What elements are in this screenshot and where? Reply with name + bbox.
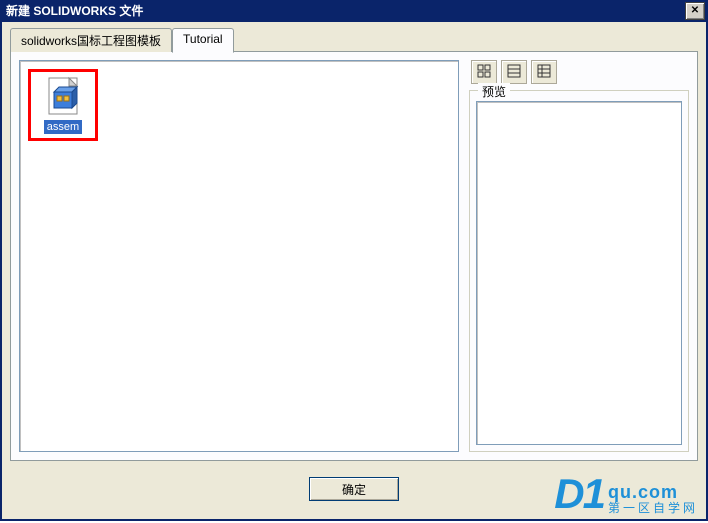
tab-strip: solidworks国标工程图模板 Tutorial xyxy=(10,28,698,52)
view-list-button[interactable] xyxy=(501,60,527,84)
template-list[interactable]: assem xyxy=(19,60,459,452)
titlebar: 新建 SOLIDWORKS 文件 ✕ xyxy=(0,0,708,22)
view-details-button[interactable] xyxy=(531,60,557,84)
watermark-subtitle: 第一区自学网 xyxy=(608,501,698,515)
button-row: 确定 xyxy=(2,477,706,501)
close-button[interactable]: ✕ xyxy=(685,2,705,20)
large-icons-icon xyxy=(477,64,491,81)
dialog-body: solidworks国标工程图模板 Tutorial xyxy=(0,22,708,521)
details-icon xyxy=(537,64,551,81)
right-column: 预览 xyxy=(469,60,689,452)
template-item-label: assem xyxy=(44,120,82,134)
tab-label: solidworks国标工程图模板 xyxy=(21,34,161,48)
ok-button[interactable]: 确定 xyxy=(309,477,399,501)
highlight-annotation: assem xyxy=(28,69,98,141)
window-title: 新建 SOLIDWORKS 文件 xyxy=(6,0,143,22)
view-toolbar xyxy=(469,60,689,84)
preview-legend: 预览 xyxy=(478,83,510,100)
template-item-assem[interactable]: assem xyxy=(35,76,91,134)
tab-templates[interactable]: solidworks国标工程图模板 xyxy=(10,28,172,52)
assembly-icon xyxy=(45,76,81,116)
tab-label: Tutorial xyxy=(183,32,223,46)
preview-area xyxy=(476,101,682,445)
tab-tutorial[interactable]: Tutorial xyxy=(172,28,234,53)
tab-panel: assem xyxy=(10,51,698,461)
close-icon: ✕ xyxy=(691,0,699,22)
view-large-icons-button[interactable] xyxy=(471,60,497,84)
list-icon xyxy=(507,64,521,81)
preview-group: 预览 xyxy=(469,90,689,452)
